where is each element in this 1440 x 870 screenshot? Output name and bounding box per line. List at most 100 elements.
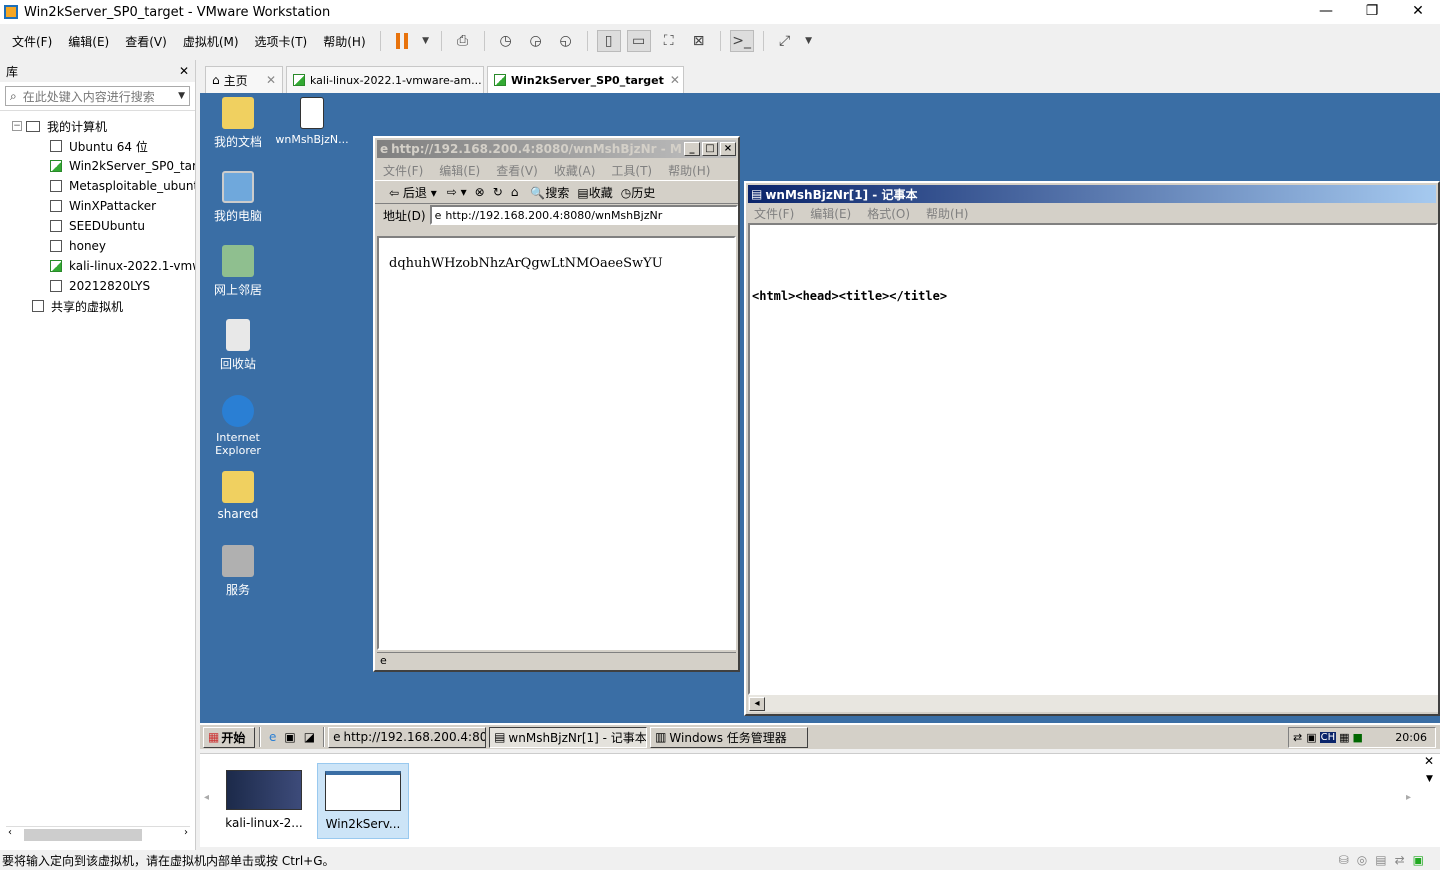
scrollbar-thumb[interactable] [24,829,142,841]
guest-desktop[interactable]: 我的文档 wnMshBjzN... 我的电脑 网上邻居 回收站 Internet… [200,93,1440,723]
tray-network-icon[interactable]: ⇄ [1293,731,1302,744]
desktop-icon-services[interactable]: 服务 [200,545,276,598]
notepad-menu-format[interactable]: 格式(O) [859,205,918,222]
quicklaunch-outlook-icon[interactable]: ◪ [304,730,315,744]
close-button[interactable]: ✕ [1395,0,1440,24]
tab-close-icon[interactable]: ✕ [664,73,680,87]
restore-button[interactable]: ❐ [1349,0,1395,24]
desktop-icon-network[interactable]: 网上邻居 [200,245,276,298]
ie-menu-tools[interactable]: 工具(T) [603,162,660,179]
thumbnail-win2k[interactable]: Win2kServ... [317,763,409,839]
history-button[interactable]: ◷历史 [621,184,656,201]
address-input[interactable]: e http://192.168.200.4:8080/wnMshBjzNr [429,205,738,225]
menu-help[interactable]: 帮助(H) [315,33,373,50]
tree-vm-item[interactable]: Ubuntu 64 位 [0,136,195,156]
tab-win2k[interactable]: Win2kServer_SP0_target ✕ [487,66,684,93]
thumbbar-menu-icon[interactable]: ▼ [1426,774,1433,784]
back-button[interactable]: ⇦ 后退 ▾ [389,184,437,201]
menu-tabs[interactable]: 选项卡(T) [247,33,316,50]
unity-icon[interactable]: ⊠ [687,30,711,52]
tree-vm-item[interactable]: WinXPattacker [0,196,195,216]
library-search-input[interactable]: ⌕ 在此处键入内容进行搜索 ▼ [5,86,190,106]
stretch-dropdown-icon[interactable]: ▼ [803,30,815,52]
ie-maximize-button[interactable]: □ [702,142,718,156]
desktop-icon-ie[interactable]: Internet Explorer [200,395,276,457]
stop-icon[interactable]: ⊗ [475,185,485,199]
ie-menu-favorites[interactable]: 收藏(A) [546,162,604,179]
desktop-icon-file[interactable]: wnMshBjzN... [274,97,350,146]
menu-edit[interactable]: 编辑(E) [60,33,117,50]
tree-vm-item[interactable]: SEEDUbuntu [0,216,195,236]
quicklaunch-desktop-icon[interactable]: ▣ [284,730,295,744]
tree-vm-item[interactable]: kali-linux-2022.1-vmware [0,256,195,276]
notepad-menu-edit[interactable]: 编辑(E) [802,205,859,222]
tree-shared-vms[interactable]: 共享的虚拟机 [0,296,195,316]
scroll-left-icon[interactable]: ◂ [749,697,765,711]
taskbar-ie[interactable]: e http://192.168.200.4:80... [328,726,487,748]
tree-vm-item[interactable]: Win2kServer_SP0_target [0,156,195,176]
tree-vm-item[interactable]: 20212820LYS [0,276,195,296]
notepad-menu-file[interactable]: 文件(F) [746,205,802,222]
desktop-icon-my-documents[interactable]: 我的文档 [200,97,276,150]
tree-vm-item[interactable]: honey [0,236,195,256]
pause-button[interactable] [390,30,414,52]
pause-dropdown-icon[interactable]: ▼ [420,30,432,52]
notepad-window[interactable]: ▤ wnMshBjzNr[1] - 记事本 文件(F) 编辑(E) 格式(O) … [744,181,1440,716]
minimize-button[interactable]: — [1303,0,1349,24]
search-dropdown-icon[interactable]: ▼ [178,91,185,101]
library-close-icon[interactable]: ✕ [179,64,189,78]
thumb-scroll-right-icon[interactable]: ▸ [1406,792,1411,803]
thumbbar-close-icon[interactable]: ✕ [1424,754,1434,768]
notepad-menu-help[interactable]: 帮助(H) [918,205,976,222]
tree-vm-item[interactable]: Metasploitable_ubuntu [0,176,195,196]
menu-file[interactable]: 文件(F) [4,33,60,50]
ie-window[interactable]: e http://192.168.200.4:8080/wnMshBjzNr -… [373,136,740,672]
snapshot-revert-icon[interactable]: ◶ [524,30,548,52]
snapshot-take-icon[interactable]: ◷ [494,30,518,52]
ie-menu-help[interactable]: 帮助(H) [660,162,718,179]
tab-close-icon[interactable]: ✕ [482,73,483,87]
home-icon[interactable]: ⌂ [511,185,519,199]
taskbar-notepad[interactable]: ▤ wnMshBjzNr[1] - 记事本 [489,726,648,748]
send-ctrl-alt-del-icon[interactable]: ⎙ [451,30,475,52]
menu-view[interactable]: 查看(V) [117,33,175,50]
ie-menu-file[interactable]: 文件(F) [375,162,431,179]
scroll-right-icon[interactable]: › [184,827,188,838]
quicklaunch-ie-icon[interactable]: e [269,730,276,744]
tab-close-icon[interactable]: ✕ [260,73,276,87]
desktop-icon-my-computer[interactable]: 我的电脑 [200,171,276,224]
fullscreen-icon[interactable]: ⛶ [657,30,681,52]
notepad-text-area[interactable]: <html><head><title></title> [748,223,1438,695]
tray-ime-icon[interactable]: ▦ [1339,731,1349,744]
taskbar-task-manager[interactable]: ▥ Windows 任务管理器 [650,726,809,748]
ie-menu-view[interactable]: 查看(V) [488,162,546,179]
forward-button[interactable]: ⇨ ▾ [447,185,467,199]
refresh-icon[interactable]: ↻ [493,185,503,199]
console-view-icon[interactable]: >_ [729,30,754,52]
ie-minimize-button[interactable]: _ [684,142,700,156]
tray-app-icon[interactable]: ■ [1353,731,1363,744]
show-thumbnail-bar-icon[interactable]: ▭ [626,30,651,52]
tray-monitor-icon[interactable]: ▣ [1306,731,1316,744]
snapshot-manager-icon[interactable]: ◵ [554,30,578,52]
menu-vm[interactable]: 虚拟机(M) [175,33,247,50]
ie-close-button[interactable]: × [720,142,736,156]
tray-language-indicator[interactable]: CH [1319,731,1337,743]
search-button[interactable]: 🔍搜索 [530,184,569,201]
tree-my-computer[interactable]: − 我的计算机 [0,116,195,136]
thumbnail-kali[interactable]: kali-linux-2... [218,763,310,839]
desktop-icon-shared[interactable]: shared [200,471,276,521]
device-status-icons[interactable]: ⛁◎▤⇄▣ [1339,853,1432,867]
ie-content[interactable]: dqhuhWHzobNhzArQgwLtNMOaeeSwYU [377,236,736,650]
start-button[interactable]: ▦ 开始 [203,726,255,748]
notepad-horizontal-scrollbar[interactable]: ◂ [748,695,1438,712]
show-library-icon[interactable]: ▯ [596,30,621,52]
scroll-left-icon[interactable]: ‹ [8,827,12,838]
ie-menu-edit[interactable]: 编辑(E) [431,162,488,179]
tab-kali[interactable]: kali-linux-2022.1-vmware-am... ✕ [286,66,484,93]
library-horizontal-scrollbar[interactable]: ‹ › [6,826,190,842]
collapse-icon[interactable]: − [12,121,22,131]
desktop-icon-recycle-bin[interactable]: 回收站 [200,319,276,372]
tab-home[interactable]: ⌂ 主页 ✕ [205,66,283,93]
thumb-scroll-left-icon[interactable]: ◂ [204,792,209,803]
